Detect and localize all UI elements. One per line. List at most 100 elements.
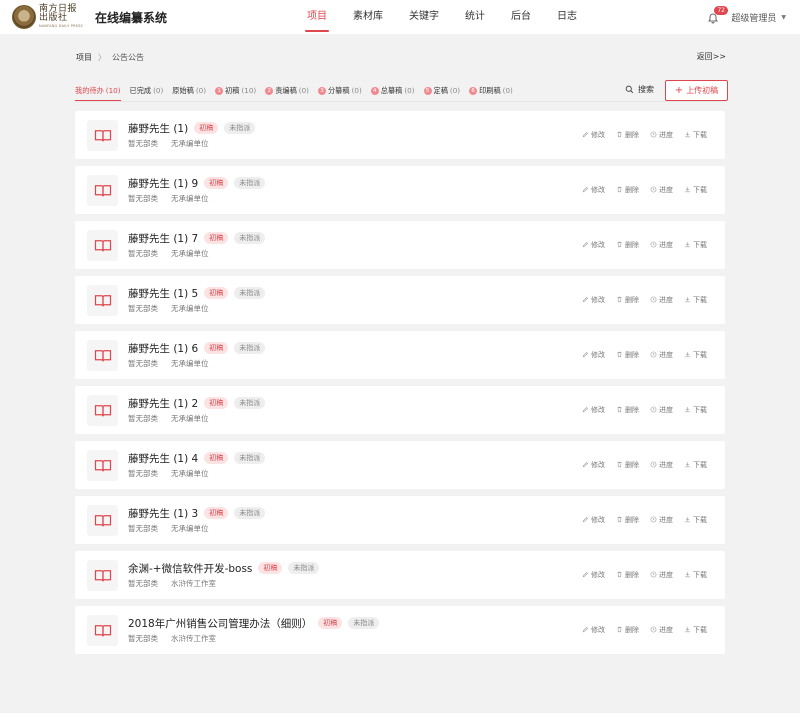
- upload-draft-button[interactable]: + 上传初稿: [665, 80, 728, 101]
- download-button[interactable]: 下载: [684, 185, 707, 195]
- search-button[interactable]: 搜索: [625, 84, 654, 95]
- nav-item-0[interactable]: 项目: [300, 0, 334, 34]
- item-title[interactable]: 藤野先生 (1) 2: [128, 396, 198, 411]
- status-tabs: 我的待办 (10) 已完成 (0) 原始稿 (0) 1 初稿 (10) 2 责编稿 (0) 3 分纂稿 (0…: [75, 84, 522, 101]
- progress-button[interactable]: 进度: [650, 240, 673, 250]
- progress-button[interactable]: 进度: [650, 460, 673, 470]
- item-title[interactable]: 藤野先生 (1) 9: [128, 176, 198, 191]
- edit-button[interactable]: 修改: [582, 570, 605, 580]
- edit-button[interactable]: 修改: [582, 405, 605, 415]
- list-item[interactable]: 藤野先生 (1) 5 初稿 未指派 暂无部类 无承编单位 修改 删除 进度 下载: [75, 276, 725, 324]
- edit-button[interactable]: 修改: [582, 130, 605, 140]
- item-title[interactable]: 藤野先生 (1) 3: [128, 506, 198, 521]
- delete-button[interactable]: 删除: [616, 295, 639, 305]
- notification-button[interactable]: 72: [707, 6, 728, 24]
- pencil-icon: [582, 131, 591, 140]
- book-icon: [87, 285, 118, 316]
- list-item[interactable]: 余渊-+微信软件开发-boss 初稿 未指派 暂无部类 水浒传工作室 修改 删除 进度 下载: [75, 551, 725, 599]
- download-button[interactable]: 下载: [684, 405, 707, 415]
- edit-button[interactable]: 修改: [582, 295, 605, 305]
- nav-item-3[interactable]: 统计: [458, 0, 492, 34]
- item-unit: 无承编单位: [171, 524, 209, 533]
- item-actions: 修改 删除 进度 下载: [582, 130, 707, 140]
- list-item[interactable]: 藤野先生 (1) 6 初稿 未指派 暂无部类 无承编单位 修改 删除 进度 下载: [75, 331, 725, 379]
- item-title[interactable]: 余渊-+微信软件开发-boss: [128, 561, 252, 576]
- download-button[interactable]: 下载: [684, 350, 707, 360]
- download-button[interactable]: 下载: [684, 295, 707, 305]
- back-link[interactable]: 返回>>: [697, 51, 726, 62]
- list-item[interactable]: 藤野先生 (1) 9 初稿 未指派 暂无部类 无承编单位 修改 删除 进度 下载: [75, 166, 725, 214]
- list-item[interactable]: 藤野先生 (1) 4 初稿 未指派 暂无部类 无承编单位 修改 删除 进度 下载: [75, 441, 725, 489]
- download-button[interactable]: 下载: [684, 130, 707, 140]
- edit-button[interactable]: 修改: [582, 350, 605, 360]
- upload-draft-label: 上传初稿: [686, 86, 719, 95]
- progress-button[interactable]: 进度: [650, 185, 673, 195]
- item-title[interactable]: 藤野先生 (1) 7: [128, 231, 198, 246]
- item-title-row: 藤野先生 (1) 7 初稿 未指派: [128, 230, 266, 246]
- download-button[interactable]: 下载: [684, 460, 707, 470]
- delete-button[interactable]: 删除: [616, 570, 639, 580]
- item-title[interactable]: 2018年广州销售公司管理办法（细则）: [128, 616, 312, 631]
- tab-5[interactable]: 3 分纂稿 (0): [317, 84, 362, 97]
- progress-button[interactable]: 进度: [650, 295, 673, 305]
- download-label: 下载: [693, 131, 707, 139]
- download-button[interactable]: 下载: [684, 570, 707, 580]
- publisher-logo[interactable]: 南方日报出版社 NANFANG DAILY PRESS: [12, 4, 86, 30]
- user-menu[interactable]: 超级管理员: [731, 11, 776, 24]
- download-button[interactable]: 下载: [684, 515, 707, 525]
- tab-7[interactable]: 5 定稿 (0): [423, 84, 460, 97]
- list-item[interactable]: 藤野先生 (1) 2 初稿 未指派 暂无部类 无承编单位 修改 删除 进度 下载: [75, 386, 725, 434]
- delete-button[interactable]: 删除: [616, 405, 639, 415]
- tab-1[interactable]: 已完成 (0): [130, 84, 164, 97]
- delete-button[interactable]: 删除: [616, 185, 639, 195]
- delete-button[interactable]: 删除: [616, 515, 639, 525]
- tab-label: 分纂稿: [327, 85, 350, 95]
- progress-button[interactable]: 进度: [650, 625, 673, 635]
- pencil-icon: [582, 571, 591, 580]
- item-title[interactable]: 藤野先生 (1) 4: [128, 451, 198, 466]
- progress-button[interactable]: 进度: [650, 350, 673, 360]
- tab-3[interactable]: 1 初稿 (10): [215, 84, 256, 97]
- stage-tag: 初稿: [204, 232, 229, 244]
- nav-item-5[interactable]: 日志: [550, 0, 584, 34]
- item-title[interactable]: 藤野先生 (1): [128, 121, 188, 136]
- item-title[interactable]: 藤野先生 (1) 5: [128, 286, 198, 301]
- download-button[interactable]: 下载: [684, 625, 707, 635]
- tab-2[interactable]: 原始稿 (0): [172, 84, 206, 97]
- edit-button[interactable]: 修改: [582, 515, 605, 525]
- edit-button[interactable]: 修改: [582, 185, 605, 195]
- edit-button[interactable]: 修改: [582, 240, 605, 250]
- chevron-down-icon[interactable]: ▼: [781, 14, 786, 21]
- progress-button[interactable]: 进度: [650, 570, 673, 580]
- progress-button[interactable]: 进度: [650, 130, 673, 140]
- list-item[interactable]: 藤野先生 (1) 7 初稿 未指派 暂无部类 无承编单位 修改 删除 进度 下载: [75, 221, 725, 269]
- tab-step-number: 6: [469, 86, 478, 95]
- delete-button[interactable]: 删除: [616, 350, 639, 360]
- list-item[interactable]: 2018年广州销售公司管理办法（细则） 初稿 未指派 暂无部类 水浒传工作室 修改 删除 进度…: [75, 606, 725, 654]
- nav-item-2[interactable]: 关键字: [402, 0, 446, 34]
- nav-item-1[interactable]: 素材库: [346, 0, 390, 34]
- nav-item-4[interactable]: 后台: [504, 0, 538, 34]
- item-unit: 无承编单位: [171, 139, 209, 148]
- pencil-icon: [582, 406, 591, 415]
- delete-button[interactable]: 删除: [616, 460, 639, 470]
- edit-label: 修改: [591, 131, 605, 139]
- tab-6[interactable]: 4 总纂稿 (0): [370, 84, 415, 97]
- tab-0[interactable]: 我的待办 (10): [75, 84, 121, 101]
- breadcrumb-root[interactable]: 项目: [76, 52, 92, 63]
- item-title[interactable]: 藤野先生 (1) 6: [128, 341, 198, 356]
- tab-8[interactable]: 6 印刷稿 (0): [469, 84, 513, 97]
- progress-button[interactable]: 进度: [650, 515, 673, 525]
- delete-button[interactable]: 删除: [616, 130, 639, 140]
- list-item[interactable]: 藤野先生 (1) 初稿 未指派 暂无部类 无承编单位 修改 删除 进度 下载: [75, 111, 725, 159]
- edit-button[interactable]: 修改: [582, 460, 605, 470]
- tab-4[interactable]: 2 责编稿 (0): [265, 84, 309, 97]
- download-button[interactable]: 下载: [684, 240, 707, 250]
- item-category: 暂无部类: [128, 634, 158, 643]
- progress-button[interactable]: 进度: [650, 405, 673, 415]
- delete-label: 删除: [625, 516, 639, 524]
- delete-button[interactable]: 删除: [616, 625, 639, 635]
- edit-button[interactable]: 修改: [582, 625, 605, 635]
- list-item[interactable]: 藤野先生 (1) 3 初稿 未指派 暂无部类 无承编单位 修改 删除 进度 下载: [75, 496, 725, 544]
- delete-button[interactable]: 删除: [616, 240, 639, 250]
